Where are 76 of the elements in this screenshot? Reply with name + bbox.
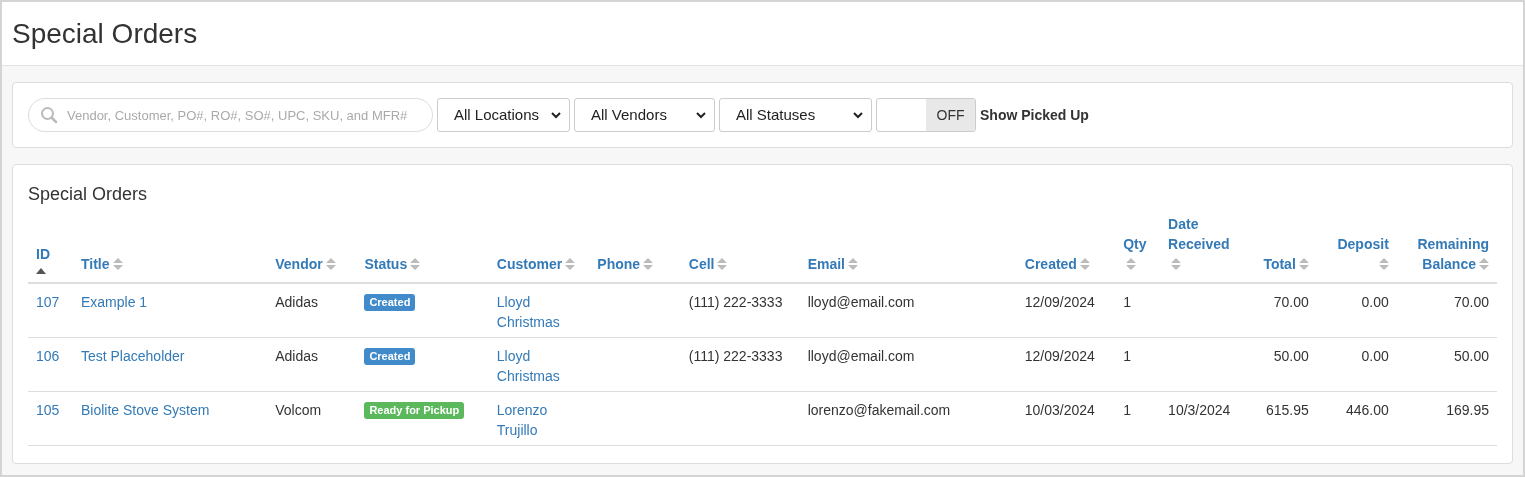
- status-badge: Created: [364, 294, 416, 311]
- table-cell: Volcom: [275, 401, 322, 418]
- column-header[interactable]: Created: [1016, 214, 1116, 283]
- sort-icon: [717, 258, 728, 270]
- table-cell: 10/03/2024: [1024, 401, 1095, 418]
- table-cell: (111) 222-3333: [688, 347, 783, 364]
- id-link[interactable]: 105: [36, 401, 60, 418]
- table-cell: 1: [1123, 401, 1131, 418]
- dropdown[interactable]: All Statuses: [719, 98, 872, 132]
- table-cell: Adidas: [275, 294, 319, 310]
- toggle-label: Show Picked Up: [980, 105, 1089, 125]
- sort-ascending-icon: [36, 268, 46, 274]
- status-badge: Ready for Pickup: [364, 401, 465, 419]
- dropdown[interactable]: All Locations: [437, 98, 570, 132]
- id-link[interactable]: 107: [36, 294, 60, 310]
- column-header[interactable]: Customer: [488, 214, 590, 283]
- customer-link[interactable]: Lorenzo Trujillo: [496, 399, 582, 440]
- table-cell: 50.00: [1273, 347, 1309, 364]
- search-field[interactable]: Vendor, Customer, PO#, RO#, SO#, UPC, SKU, and MFR#: [28, 98, 433, 132]
- column-header[interactable]: Remaining Balance: [1396, 214, 1497, 283]
- table-cell: lloyd@email.com: [807, 347, 915, 364]
- column-header[interactable]: Deposit: [1316, 214, 1397, 283]
- table-cell: 10/3/2024: [1168, 401, 1231, 418]
- column-header[interactable]: Phone: [589, 214, 681, 283]
- column-header[interactable]: Status: [356, 214, 489, 283]
- table-cell: 0.00: [1361, 347, 1389, 364]
- status-badge: Created: [364, 347, 416, 365]
- column-header[interactable]: Vendor: [267, 214, 357, 283]
- title-link[interactable]: Biolite Stove System: [80, 401, 210, 418]
- column-header[interactable]: Cell: [680, 214, 800, 283]
- column-header[interactable]: Date Received: [1160, 214, 1250, 283]
- sort-icon: [1479, 258, 1489, 270]
- id-link[interactable]: 106: [36, 347, 60, 364]
- table-cell: 1: [1123, 347, 1131, 364]
- sort-icon: [325, 258, 336, 270]
- sort-icon: [1171, 258, 1182, 270]
- table-cell: 70.00: [1453, 294, 1489, 310]
- table-cell: 12/09/2024: [1024, 294, 1095, 310]
- table-cell: lloyd@email.com: [807, 294, 915, 310]
- column-header[interactable]: Qty: [1115, 214, 1161, 283]
- table-cell: 0.00: [1361, 294, 1389, 310]
- table-cell: Adidas: [275, 347, 319, 364]
- sort-icon: [1378, 258, 1389, 270]
- toggle-switch[interactable]: OFF: [876, 98, 976, 132]
- table-cell: (111) 222-3333: [688, 294, 783, 310]
- column-header[interactable]: Email: [799, 214, 1017, 283]
- table-cell: 70.00: [1273, 294, 1309, 310]
- sort-icon: [1126, 258, 1137, 270]
- dropdown[interactable]: All Vendors: [574, 98, 715, 132]
- column-header[interactable]: ID: [28, 214, 73, 283]
- customer-link[interactable]: Lloyd Christmas: [496, 292, 582, 332]
- sort-icon: [1298, 258, 1309, 270]
- table-cell: 1: [1123, 294, 1131, 310]
- panel-title: Special Orders: [28, 183, 149, 206]
- chevron-down-icon: [696, 111, 706, 119]
- table-cell: 50.00: [1453, 347, 1489, 364]
- sort-icon: [410, 258, 421, 270]
- table-cell: 446.00: [1345, 401, 1389, 418]
- sort-icon: [112, 258, 123, 270]
- column-header[interactable]: Title: [72, 214, 268, 283]
- sort-icon: [848, 258, 858, 270]
- search-icon: [40, 106, 58, 124]
- table-cell: 12/09/2024: [1024, 347, 1095, 364]
- customer-link[interactable]: Lloyd Christmas: [496, 345, 582, 386]
- column-header[interactable]: Total: [1249, 214, 1317, 283]
- sort-icon: [643, 258, 654, 270]
- page-title: Special Orders: [12, 16, 198, 51]
- table-cell: lorenzo@fakemail.com: [807, 401, 951, 418]
- table-cell: 169.95: [1446, 401, 1489, 418]
- title-link[interactable]: Test Placeholder: [80, 347, 185, 364]
- title-link[interactable]: Example 1: [80, 294, 148, 310]
- chevron-down-icon: [551, 111, 561, 119]
- table-cell: 615.95: [1265, 401, 1309, 418]
- sort-icon: [1079, 258, 1090, 270]
- chevron-down-icon: [853, 111, 863, 119]
- sort-icon: [565, 258, 576, 270]
